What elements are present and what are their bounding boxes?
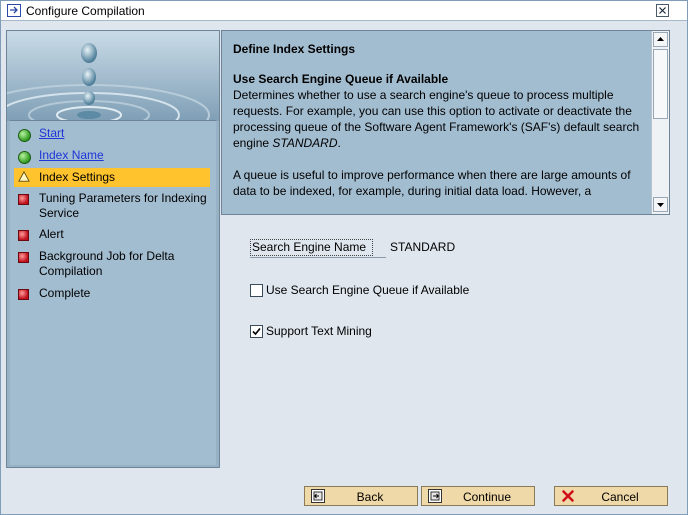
field-underline <box>250 257 386 258</box>
pending-status-icon <box>18 252 29 263</box>
arrow-down-icon <box>657 203 664 207</box>
use-queue-checkbox[interactable] <box>250 284 263 297</box>
section-heading: Define Index Settings <box>233 42 356 56</box>
cancel-button[interactable]: Cancel <box>554 486 668 506</box>
roadmap-step-label: Alert <box>39 227 64 241</box>
continue-button-label: Continue <box>462 490 512 504</box>
description-text: Define Index Settings Use Search Engine … <box>233 41 643 214</box>
support-text-mining-checkbox[interactable] <box>250 325 263 338</box>
roadmap-step-label: Tuning Parameters for Indexing Service <box>39 191 207 220</box>
paragraph-text-end: . <box>337 136 341 150</box>
support-text-mining-label[interactable]: Support Text Mining <box>266 324 372 338</box>
title-bar: Configure Compilation <box>1 1 687 21</box>
roadmap-step-label: Index Settings <box>39 170 116 184</box>
continue-button[interactable]: Continue <box>421 486 535 506</box>
description-paragraph: Determines whether to use a search engin… <box>233 87 643 151</box>
roadmap-step-complete[interactable]: Complete <box>14 286 210 303</box>
roadmap-step-label: Background Job for Delta Compilation <box>39 249 175 278</box>
use-queue-label[interactable]: Use Search Engine Queue if Available <box>266 283 469 297</box>
back-icon <box>311 489 325 503</box>
description-paragraph: A queue is useful to improve performance… <box>233 168 631 198</box>
roadmap-step-background-job[interactable]: Background Job for Delta Compilation <box>14 249 210 281</box>
close-icon <box>659 7 666 14</box>
cancel-button-label: Cancel <box>601 490 639 504</box>
back-button-label: Back <box>356 490 384 504</box>
engine-name-emphasis: STANDARD <box>272 136 338 150</box>
option-heading: Use Search Engine Queue if Available <box>233 72 449 86</box>
roadmap-step-label[interactable]: Index Name <box>39 148 207 163</box>
roadmap-step-label: Complete <box>39 286 91 300</box>
close-window-button[interactable] <box>656 4 669 17</box>
checkmark-icon <box>252 327 261 336</box>
cancel-x-icon <box>562 490 574 502</box>
water-drop-banner-image <box>7 31 219 121</box>
search-engine-name-label: Search Engine Name <box>250 239 373 256</box>
vertical-scrollbar[interactable] <box>651 31 669 214</box>
roadmap-step-label[interactable]: Start <box>39 126 207 141</box>
roadmap-step-index-settings[interactable]: Index Settings <box>14 168 210 187</box>
roadmap-step-index-name[interactable]: Index Name <box>14 148 210 165</box>
scroll-down-button[interactable] <box>653 197 668 212</box>
pending-status-icon <box>18 230 29 241</box>
roadmap-panel: Start Index Name Index Settings Tuning P… <box>6 30 220 468</box>
completed-status-icon <box>18 129 31 142</box>
arrow-up-icon <box>657 37 664 41</box>
configure-compilation-window: Configure Compilation Start Index Name I… <box>0 0 688 515</box>
roadmap-steps: Start Index Name Index Settings Tuning P… <box>10 120 216 465</box>
pending-status-icon <box>18 194 29 205</box>
search-engine-name-value: STANDARD <box>390 240 456 254</box>
pending-status-icon <box>18 289 29 300</box>
roadmap-step-start[interactable]: Start <box>14 126 210 143</box>
window-title: Configure Compilation <box>26 4 145 18</box>
roadmap-step-tuning-parameters[interactable]: Tuning Parameters for Indexing Service <box>14 191 210 223</box>
completed-status-icon <box>18 151 31 164</box>
scroll-thumb[interactable] <box>653 49 668 119</box>
continue-icon <box>428 489 442 503</box>
back-button[interactable]: Back <box>304 486 418 506</box>
scroll-up-button[interactable] <box>653 32 668 47</box>
roadmap-step-alert[interactable]: Alert <box>14 227 210 244</box>
warning-triangle-icon <box>18 171 30 182</box>
window-app-icon <box>7 4 21 17</box>
step-description-panel: Define Index Settings Use Search Engine … <box>221 30 670 215</box>
